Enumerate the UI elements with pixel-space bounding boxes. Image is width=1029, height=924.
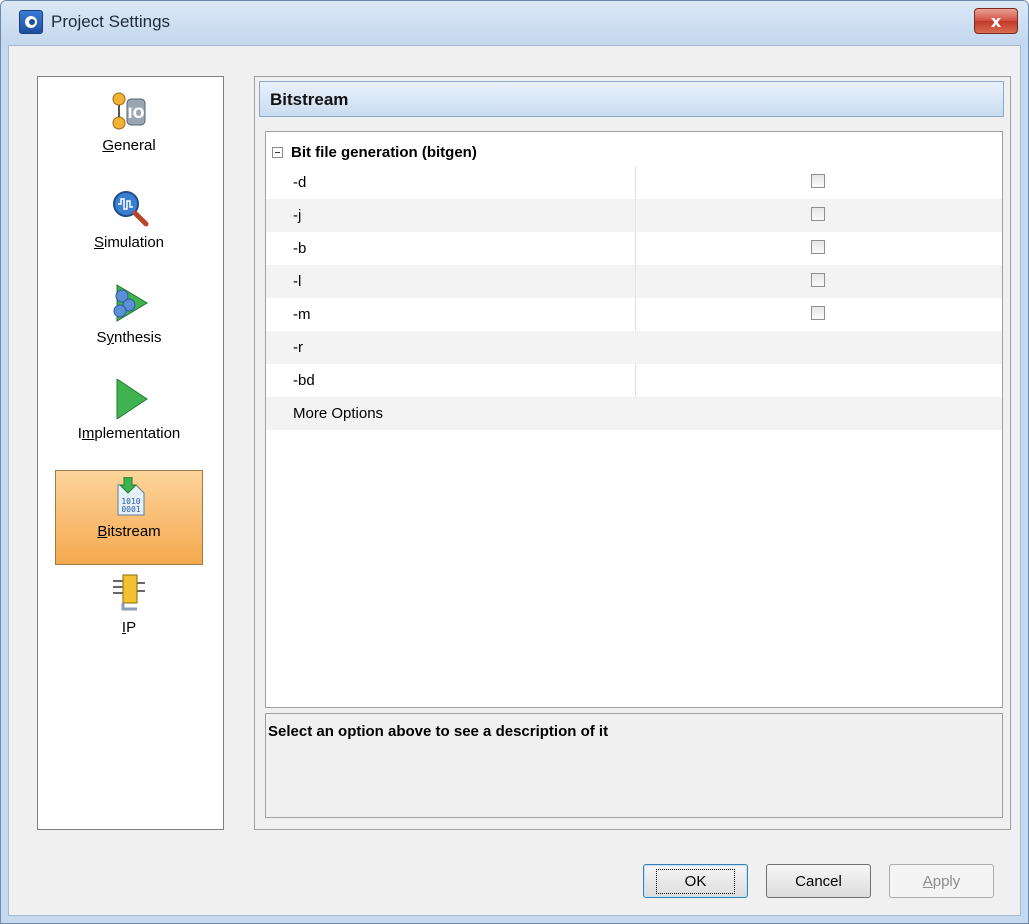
- bitstream-icon: 1010 0001: [117, 477, 145, 516]
- column-separator: [635, 199, 636, 232]
- nav-label-general: eneral: [113, 137, 156, 154]
- bitstream-icon-text: 0001: [121, 505, 140, 514]
- nav-label-mnemonic: B: [97, 523, 108, 540]
- nav-item-simulation[interactable]: Simulation: [55, 182, 203, 277]
- column-separator: [635, 364, 636, 397]
- synthesis-icon: [113, 284, 148, 322]
- property-row-more-options[interactable]: More Options: [266, 397, 1002, 430]
- property-table: Bit file generation (bitgen) -d -j -b -l…: [265, 131, 1003, 708]
- nav-item-synthesis[interactable]: Synthesis: [55, 277, 203, 372]
- property-name: -j: [293, 207, 302, 224]
- ok-button[interactable]: OK: [643, 864, 748, 898]
- dialog-client-area: IO General Simulation Synthesis Implemen…: [8, 45, 1021, 916]
- nav-label-mnemonic: S: [93, 234, 104, 251]
- property-name: -r: [293, 339, 303, 356]
- property-name: -b: [293, 240, 307, 257]
- property-row-b[interactable]: -b: [266, 232, 1002, 265]
- nav-label-mnemonic: G: [102, 137, 114, 154]
- property-name: -m: [293, 306, 311, 323]
- apply-button[interactable]: Apply: [889, 864, 994, 898]
- property-row-r[interactable]: -r: [266, 331, 1002, 364]
- nav-label-prefix: S: [96, 329, 107, 346]
- window-title: Project Settings: [51, 12, 171, 31]
- nav-label-simulation: imulation: [103, 234, 165, 251]
- property-row-bd[interactable]: -bd: [266, 364, 1002, 397]
- property-row-l[interactable]: -l: [266, 265, 1002, 298]
- option-checkbox[interactable]: [811, 306, 825, 320]
- nav-item-general[interactable]: IO General: [55, 85, 203, 180]
- ip-icon: [113, 574, 145, 611]
- property-row-j[interactable]: -j: [266, 199, 1002, 232]
- property-name: -bd: [293, 372, 315, 389]
- option-checkbox[interactable]: [811, 273, 825, 287]
- column-separator: [635, 298, 636, 331]
- settings-category-nav: IO General Simulation Synthesis Implemen…: [37, 76, 224, 830]
- nav-label-mnemonic: m: [81, 425, 95, 442]
- column-separator: [635, 232, 636, 265]
- property-name: -l: [293, 273, 302, 290]
- property-name: More Options: [293, 405, 384, 422]
- option-checkbox[interactable]: [811, 174, 825, 188]
- apply-mnemonic: A: [922, 872, 933, 890]
- column-separator: [635, 265, 636, 298]
- description-text: Select an option above to see a descript…: [268, 723, 609, 740]
- settings-panel: Bitstream Bit file generation (bitgen) -…: [254, 76, 1011, 830]
- nav-label-bitstream: itstream: [107, 523, 161, 540]
- implementation-icon: [116, 379, 148, 419]
- panel-title: Bitstream: [259, 81, 1004, 117]
- nav-item-ip[interactable]: IP: [55, 567, 203, 662]
- collapse-icon[interactable]: [272, 146, 283, 158]
- property-row-m[interactable]: -m: [266, 298, 1002, 331]
- column-separator: [635, 166, 636, 199]
- cancel-button[interactable]: Cancel: [766, 864, 871, 898]
- nav-item-bitstream[interactable]: 1010 0001 Bitstream: [55, 470, 203, 565]
- svg-text:IO: IO: [127, 106, 144, 122]
- general-icon: IO: [112, 92, 146, 130]
- group-label: Bit file generation (bitgen): [291, 143, 477, 161]
- property-name: -d: [293, 174, 307, 191]
- nav-label-implementation: plementation: [94, 425, 181, 442]
- apply-label: pply: [932, 872, 961, 890]
- group-header[interactable]: Bit file generation (bitgen): [272, 138, 477, 166]
- title-bar: Project Settings x: [1, 1, 1028, 45]
- ok-button-label: OK: [655, 868, 736, 894]
- description-box: Select an option above to see a descript…: [265, 713, 1003, 818]
- option-checkbox[interactable]: [811, 240, 825, 254]
- simulation-icon: [113, 191, 149, 227]
- close-button[interactable]: x: [974, 8, 1018, 34]
- option-checkbox[interactable]: [811, 207, 825, 221]
- property-row-d[interactable]: -d: [266, 166, 1002, 199]
- project-settings-dialog: Project Settings x IO General Simulation…: [0, 0, 1029, 924]
- app-logo-icon: [19, 10, 43, 34]
- nav-item-implementation[interactable]: Implementation: [55, 373, 203, 468]
- nav-label-synthesis: nthesis: [113, 329, 162, 346]
- nav-label-mnemonic: y: [106, 329, 114, 346]
- nav-label-ip: P: [126, 619, 137, 636]
